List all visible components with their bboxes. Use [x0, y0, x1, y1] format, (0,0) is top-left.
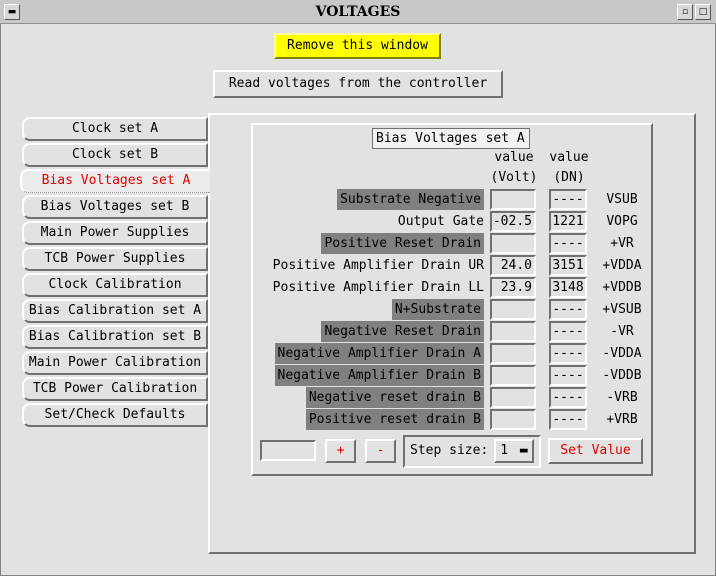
group-title: Bias Voltages set A: [372, 128, 530, 149]
tab-main-power-calibration[interactable]: Main Power Calibration: [22, 351, 208, 375]
tab-bias-calibration-set-b[interactable]: Bias Calibration set B: [22, 325, 208, 349]
minimize-icon[interactable]: ▫: [677, 4, 693, 20]
signal-name: -VDDA: [602, 346, 642, 361]
bias-label: Negative Amplifier Drain B: [274, 365, 484, 386]
signal-name: VOPG: [606, 214, 638, 229]
dn-field: 1221: [549, 211, 587, 232]
dn-field: 3148: [549, 277, 587, 298]
dn-field: ----: [549, 387, 587, 408]
bias-label: Positive reset drain B: [305, 409, 484, 430]
bias-label: Negative Amplifier Drain A: [274, 343, 484, 364]
tab-clock-set-b[interactable]: Clock set B: [22, 143, 208, 167]
bias-label: Positive Amplifier Drain UR: [272, 258, 484, 273]
tab-main-power-supplies[interactable]: Main Power Supplies: [22, 221, 208, 245]
remove-window-button[interactable]: Remove this window: [274, 33, 441, 59]
bias-label: Substrate Negative: [337, 189, 484, 210]
signal-name: +VDDB: [602, 280, 642, 295]
signal-name: -VR: [610, 324, 634, 339]
bias-label: Negative reset drain B: [305, 387, 484, 408]
title-bar[interactable]: ▬ VOLTAGES ▫ □: [0, 0, 716, 24]
dn-field: 3151: [549, 255, 587, 276]
dropdown-icon: ▬: [519, 443, 528, 458]
tab-clock-set-a[interactable]: Clock set A: [22, 117, 208, 141]
signal-name: +VDDA: [602, 258, 642, 273]
tab-bias-calibration-set-a[interactable]: Bias Calibration set A: [22, 299, 208, 323]
volt-field[interactable]: [490, 343, 536, 364]
signal-name: -VRB: [606, 390, 638, 405]
step-size-select[interactable]: 1 ▬: [494, 439, 534, 463]
dn-field: ----: [549, 365, 587, 386]
window-title: VOLTAGES: [315, 4, 401, 20]
dn-field: ----: [549, 233, 587, 254]
value-volt-unit: (Volt): [490, 170, 538, 185]
signal-name: +VRB: [606, 412, 638, 427]
tab-set-check-defaults[interactable]: Set/Check Defaults: [22, 403, 208, 427]
volt-field[interactable]: [490, 321, 536, 342]
tab-bias-voltages-set-b[interactable]: Bias Voltages set B: [22, 195, 208, 219]
value-dn-header: value: [549, 150, 589, 165]
dn-field: ----: [549, 343, 587, 364]
signal-name: +VSUB: [602, 302, 642, 317]
signal-name: VSUB: [606, 192, 638, 207]
signal-name: -VDDB: [602, 368, 642, 383]
tab-bias-voltages-set-a[interactable]: Bias Voltages set A: [20, 169, 210, 193]
value-volt-header: value: [494, 150, 534, 165]
dn-field: ----: [549, 299, 587, 320]
tab-clock-calibration[interactable]: Clock Calibration: [22, 273, 208, 297]
maximize-icon[interactable]: □: [695, 4, 711, 20]
signal-name: +VR: [610, 236, 634, 251]
volt-field[interactable]: [490, 233, 536, 254]
increment-button[interactable]: +: [325, 439, 356, 463]
set-value-input[interactable]: [260, 440, 316, 461]
decrement-button[interactable]: -: [365, 439, 396, 463]
dn-field: ----: [549, 189, 587, 210]
volt-field[interactable]: [490, 409, 536, 430]
tab-tcb-power-supplies[interactable]: TCB Power Supplies: [22, 247, 208, 271]
step-size-label: Step size:: [410, 443, 489, 458]
dn-field: ----: [549, 409, 587, 430]
bias-label: N+Substrate: [391, 299, 484, 320]
value-dn-unit: (DN): [553, 170, 585, 185]
volt-field[interactable]: [490, 299, 536, 320]
bias-label: Positive Reset Drain: [321, 233, 484, 254]
bias-label: Output Gate: [397, 214, 484, 229]
step-size-value: 1: [500, 443, 509, 458]
read-voltages-button[interactable]: Read voltages from the controller: [213, 70, 503, 98]
set-value-button[interactable]: Set Value: [548, 438, 643, 464]
volt-field[interactable]: [490, 365, 536, 386]
bias-label: Positive Amplifier Drain LL: [272, 280, 484, 295]
volt-field[interactable]: [490, 387, 536, 408]
volt-field[interactable]: 23.9: [490, 277, 536, 298]
tab-tcb-power-calibration[interactable]: TCB Power Calibration: [22, 377, 208, 401]
volt-field[interactable]: [490, 189, 536, 210]
bias-label: Negative Reset Drain: [321, 321, 484, 342]
dn-field: ----: [549, 321, 587, 342]
volt-field[interactable]: -02.5: [490, 211, 536, 232]
volt-field[interactable]: 24.0: [490, 255, 536, 276]
